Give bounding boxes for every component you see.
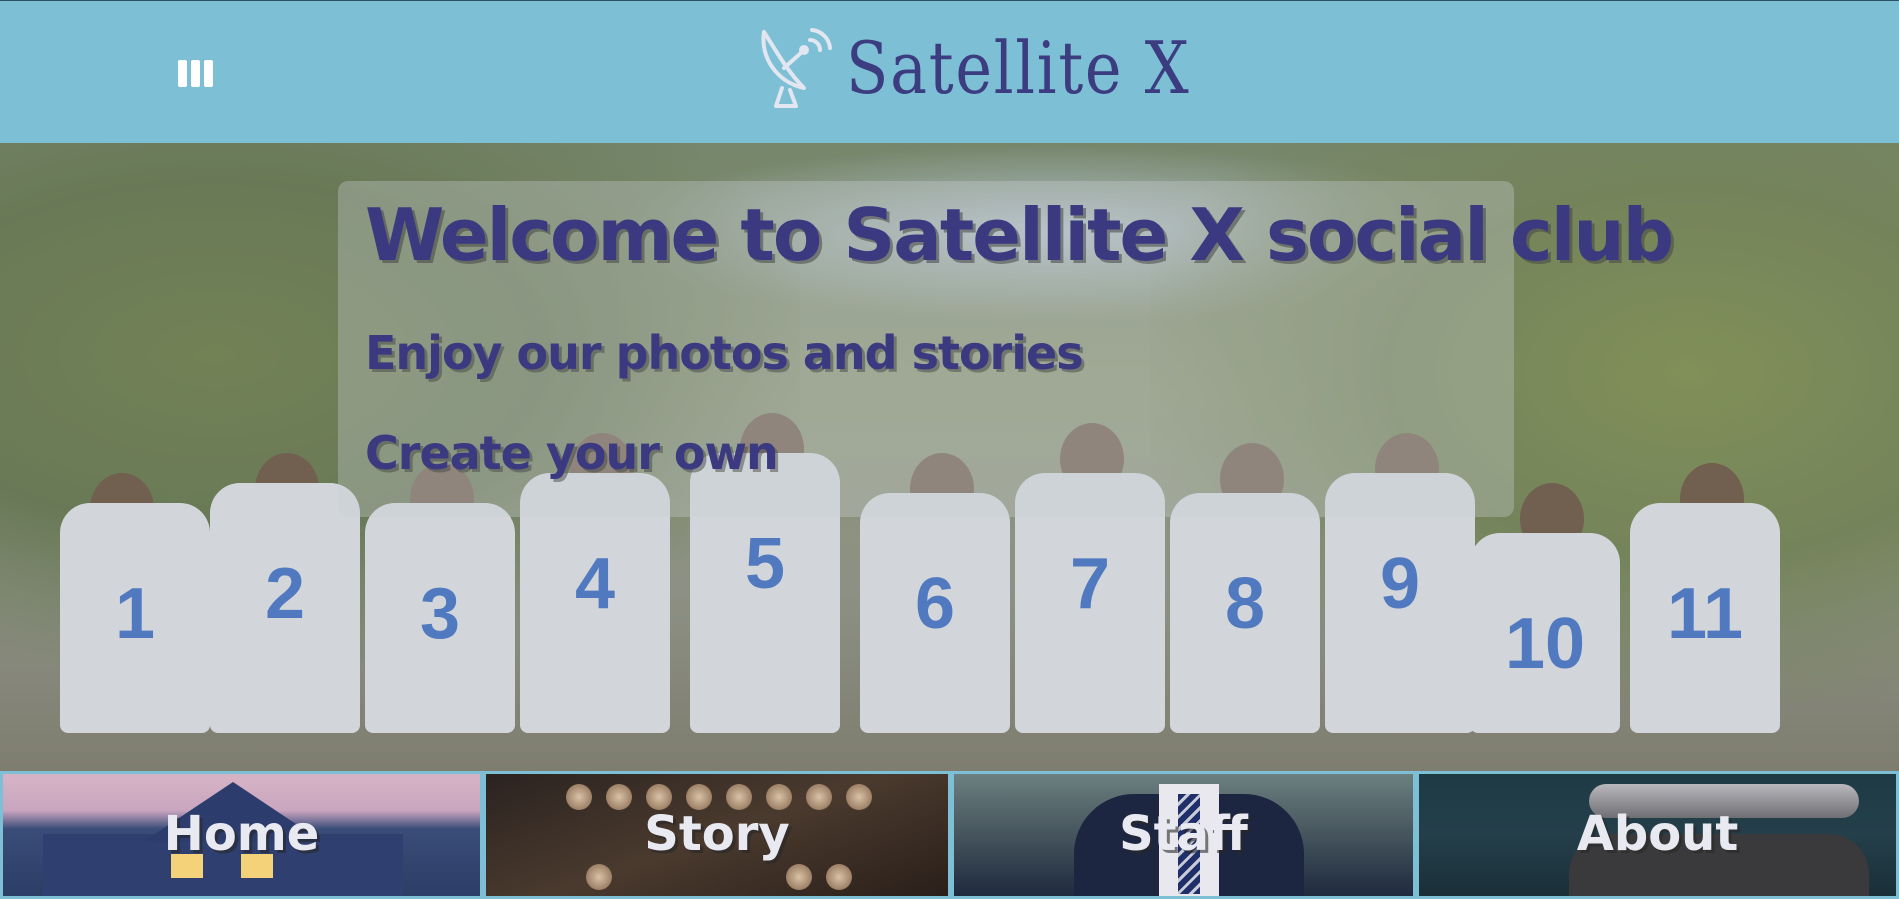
welcome-title: Welcome to Satellite X social club [365,193,1674,277]
create-your-own-link[interactable]: Create your own [365,426,779,480]
nav-tiles: Home Story Staff About [0,771,1899,899]
menu-icon-bar [204,60,213,87]
nav-tile-home[interactable]: Home [0,771,483,899]
welcome-subtitle: Enjoy our photos and stories [365,326,1084,380]
typewriter-key [586,864,612,890]
menu-button[interactable] [178,60,214,87]
menu-icon-bar [178,60,187,87]
site-logo[interactable]: Satellite X [758,23,1247,113]
nav-tile-staff[interactable]: Staff [951,771,1416,899]
nav-tile-label: Staff [1119,806,1248,862]
nav-tile-story[interactable]: Story [483,771,951,899]
typewriter-key [826,864,852,890]
satellite-dish-icon [761,28,832,108]
nav-tile-label: About [1576,806,1739,862]
typewriter-key [786,864,812,890]
brand-name: Satellite X [846,26,1191,110]
nav-tile-about[interactable]: About [1416,771,1899,899]
site-header: Satellite X [0,0,1899,143]
menu-icon-bar [191,60,200,87]
nav-tile-label: Home [163,806,320,862]
nav-tile-label: Story [644,806,790,862]
